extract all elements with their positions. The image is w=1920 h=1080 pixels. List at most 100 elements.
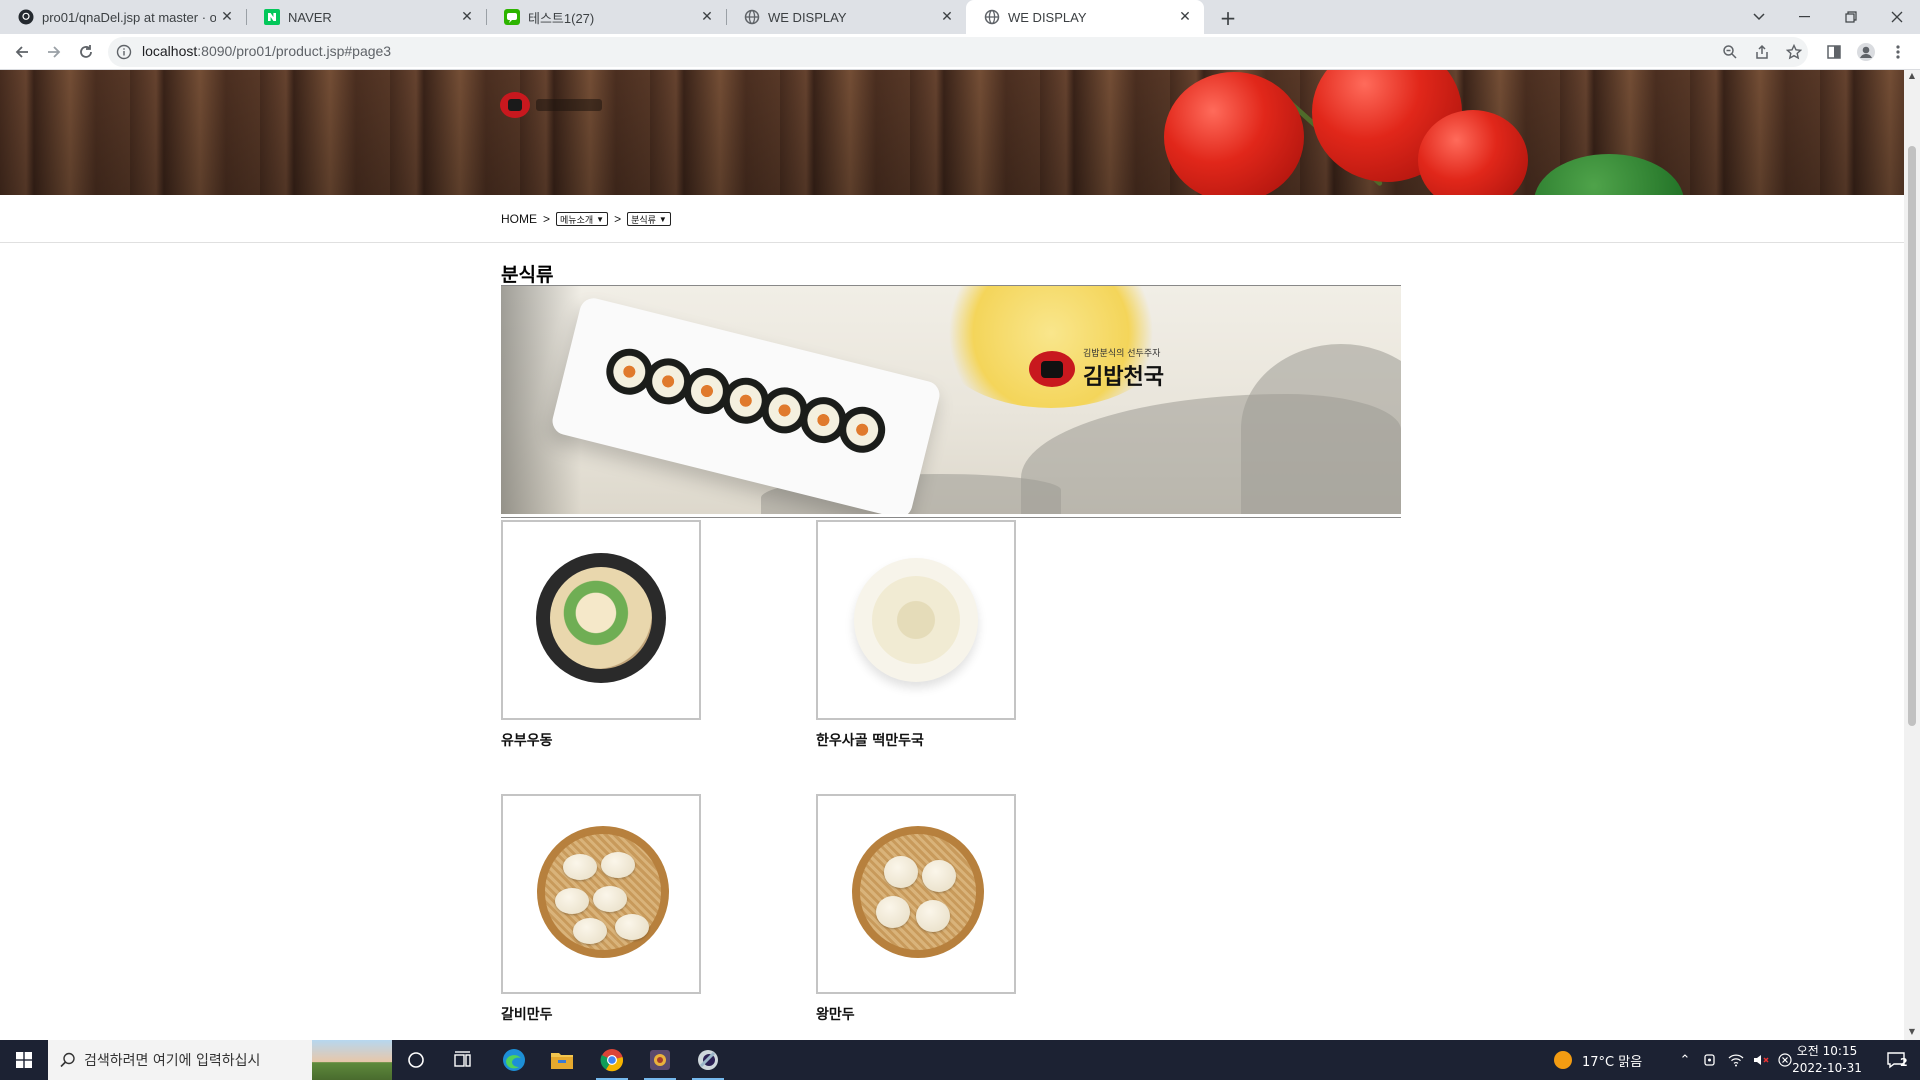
volume-muted-icon[interactable]	[1752, 1052, 1770, 1068]
dumpling	[916, 900, 950, 932]
breadcrumb-separator: >	[543, 212, 551, 226]
scrollbar-thumb[interactable]	[1908, 146, 1916, 726]
naver-icon	[264, 9, 280, 25]
side-panel-icon[interactable]	[1820, 38, 1848, 66]
bookmark-star-icon[interactable]	[1780, 38, 1808, 66]
tab-title: WE DISPLAY	[1008, 9, 1087, 25]
edge-browser-icon[interactable]	[490, 1040, 538, 1080]
system-tray: ⌃	[1676, 1040, 1792, 1080]
site-logo[interactable]	[500, 90, 610, 120]
breadcrumb-menu-select[interactable]: 메뉴소개 ▼	[556, 212, 609, 226]
search-icon	[60, 1052, 75, 1068]
select-value: 메뉴소개	[560, 214, 594, 225]
product-card[interactable]: 왕만두	[816, 794, 1016, 1024]
weather-text: 17°C 맑음	[1582, 1054, 1643, 1070]
product-card[interactable]: 갈비만두	[501, 794, 701, 1024]
url-text[interactable]: localhost:8090/pro01/product.jsp#page3	[142, 43, 391, 59]
product-name[interactable]: 한우사골 떡만두국	[816, 730, 1016, 750]
notification-center-button[interactable]: 2	[1872, 1040, 1920, 1080]
page-scrollbar[interactable]: ▲ ▼	[1904, 70, 1920, 1040]
weather-widget[interactable]: 17°C 맑음	[1554, 1040, 1642, 1080]
product-card[interactable]: 유부우동	[501, 520, 701, 750]
close-icon[interactable]: ✕	[696, 6, 718, 28]
browser-tab-active[interactable]: WE DISPLAY ✕	[966, 0, 1204, 34]
menu-kebab-icon[interactable]	[1884, 38, 1912, 66]
file-explorer-icon[interactable]	[538, 1040, 586, 1080]
new-tab-button[interactable]: +	[1214, 4, 1242, 32]
page-viewport: HOME > 메뉴소개 ▼ > 분식류 ▼ 분식류 김밥분식의 선두주자 김밥천…	[0, 70, 1904, 1040]
search-highlight-image	[312, 1040, 392, 1080]
eclipse-ide-icon[interactable]	[684, 1040, 732, 1080]
breadcrumb-home-link[interactable]: HOME	[501, 212, 537, 226]
breadcrumb: HOME > 메뉴소개 ▼ > 분식류 ▼	[501, 212, 671, 226]
talk-icon	[504, 9, 520, 25]
browser-tab[interactable]: pro01/qnaDel.jsp at master · ok ✕	[0, 0, 246, 34]
close-icon[interactable]: ✕	[456, 6, 478, 28]
taskbar-search-box[interactable]: 검색하려면 여기에 입력하십시	[48, 1040, 392, 1080]
tab-title: NAVER	[288, 9, 332, 25]
dumpling	[876, 896, 910, 928]
close-icon[interactable]: ✕	[216, 6, 238, 28]
profile-avatar-icon[interactable]	[1852, 38, 1880, 66]
tab-search-chevron-icon[interactable]	[1736, 0, 1782, 34]
banner-brand-logo: 김밥분식의 선두주자 김밥천국	[1029, 346, 1164, 391]
clock-time: 오전 10:15	[1796, 1044, 1858, 1058]
dumpling	[922, 860, 956, 892]
start-button[interactable]	[0, 1040, 48, 1080]
back-button[interactable]	[8, 38, 36, 66]
clock[interactable]: 오전 10:15 2022-10-31	[1782, 1043, 1872, 1077]
product-photo[interactable]	[501, 520, 701, 720]
product-name[interactable]: 갈비만두	[501, 1004, 701, 1024]
product-photo[interactable]	[816, 794, 1016, 994]
dumpling	[593, 886, 627, 912]
share-icon[interactable]	[1748, 38, 1776, 66]
tab-title: pro01/qnaDel.jsp at master · ok	[42, 9, 216, 25]
product-photo[interactable]	[501, 794, 701, 994]
globe-icon	[984, 9, 1000, 25]
close-icon[interactable]: ✕	[1174, 6, 1196, 28]
browser-tab[interactable]: 테스트1(27) ✕	[486, 0, 726, 34]
github-icon	[18, 9, 34, 25]
divider	[501, 517, 1401, 518]
sun-icon	[1554, 1051, 1572, 1069]
brand-tagline: 김밥분식의 선두주자	[1083, 349, 1161, 359]
breadcrumb-bar: HOME > 메뉴소개 ▼ > 분식류 ▼	[0, 195, 1904, 243]
wifi-icon[interactable]	[1728, 1052, 1744, 1068]
address-bar[interactable]: localhost:8090/pro01/product.jsp#page3	[108, 37, 1808, 67]
chevron-up-icon[interactable]: ⌃	[1676, 1053, 1694, 1068]
reload-icon	[80, 45, 92, 58]
zoom-icon[interactable]	[1716, 38, 1744, 66]
product-name[interactable]: 유부우동	[501, 730, 701, 750]
restore-button[interactable]	[1828, 0, 1874, 34]
reload-button[interactable]	[72, 38, 100, 66]
scroll-up-arrow-icon[interactable]: ▲	[1908, 72, 1916, 80]
forward-button[interactable]	[40, 38, 68, 66]
app-icon[interactable]	[636, 1040, 684, 1080]
windows-logo-icon	[16, 1052, 32, 1068]
browser-tab[interactable]: WE DISPLAY ✕	[726, 0, 966, 34]
gimbap-plate-image	[549, 295, 943, 514]
dumpling-soup-image	[854, 558, 978, 682]
cortana-icon[interactable]	[392, 1040, 440, 1080]
product-name[interactable]: 왕만두	[816, 1004, 1016, 1024]
page-title: 분식류	[501, 264, 554, 286]
globe-icon	[744, 9, 760, 25]
tab-title: WE DISPLAY	[768, 9, 847, 25]
browser-tab[interactable]: NAVER ✕	[246, 0, 486, 34]
brand-mark-icon	[1029, 350, 1075, 387]
dumpling	[573, 918, 607, 944]
product-photo[interactable]	[816, 520, 1016, 720]
chevron-down-icon: ▼	[596, 214, 605, 224]
minimize-button[interactable]	[1782, 0, 1828, 34]
task-view-icon[interactable]	[440, 1040, 488, 1080]
chrome-icon[interactable]	[588, 1040, 636, 1080]
tomato-image	[1164, 72, 1304, 195]
breadcrumb-category-select[interactable]: 분식류 ▼	[627, 212, 671, 226]
product-card[interactable]: 한우사골 떡만두국	[816, 520, 1016, 750]
scroll-down-arrow-icon[interactable]: ▼	[1908, 1028, 1916, 1036]
close-window-button[interactable]	[1874, 0, 1920, 34]
notification-count-badge: 2	[1900, 1056, 1908, 1069]
close-icon[interactable]: ✕	[936, 6, 958, 28]
info-icon[interactable]	[116, 44, 132, 60]
meet-icon[interactable]	[1702, 1052, 1718, 1068]
